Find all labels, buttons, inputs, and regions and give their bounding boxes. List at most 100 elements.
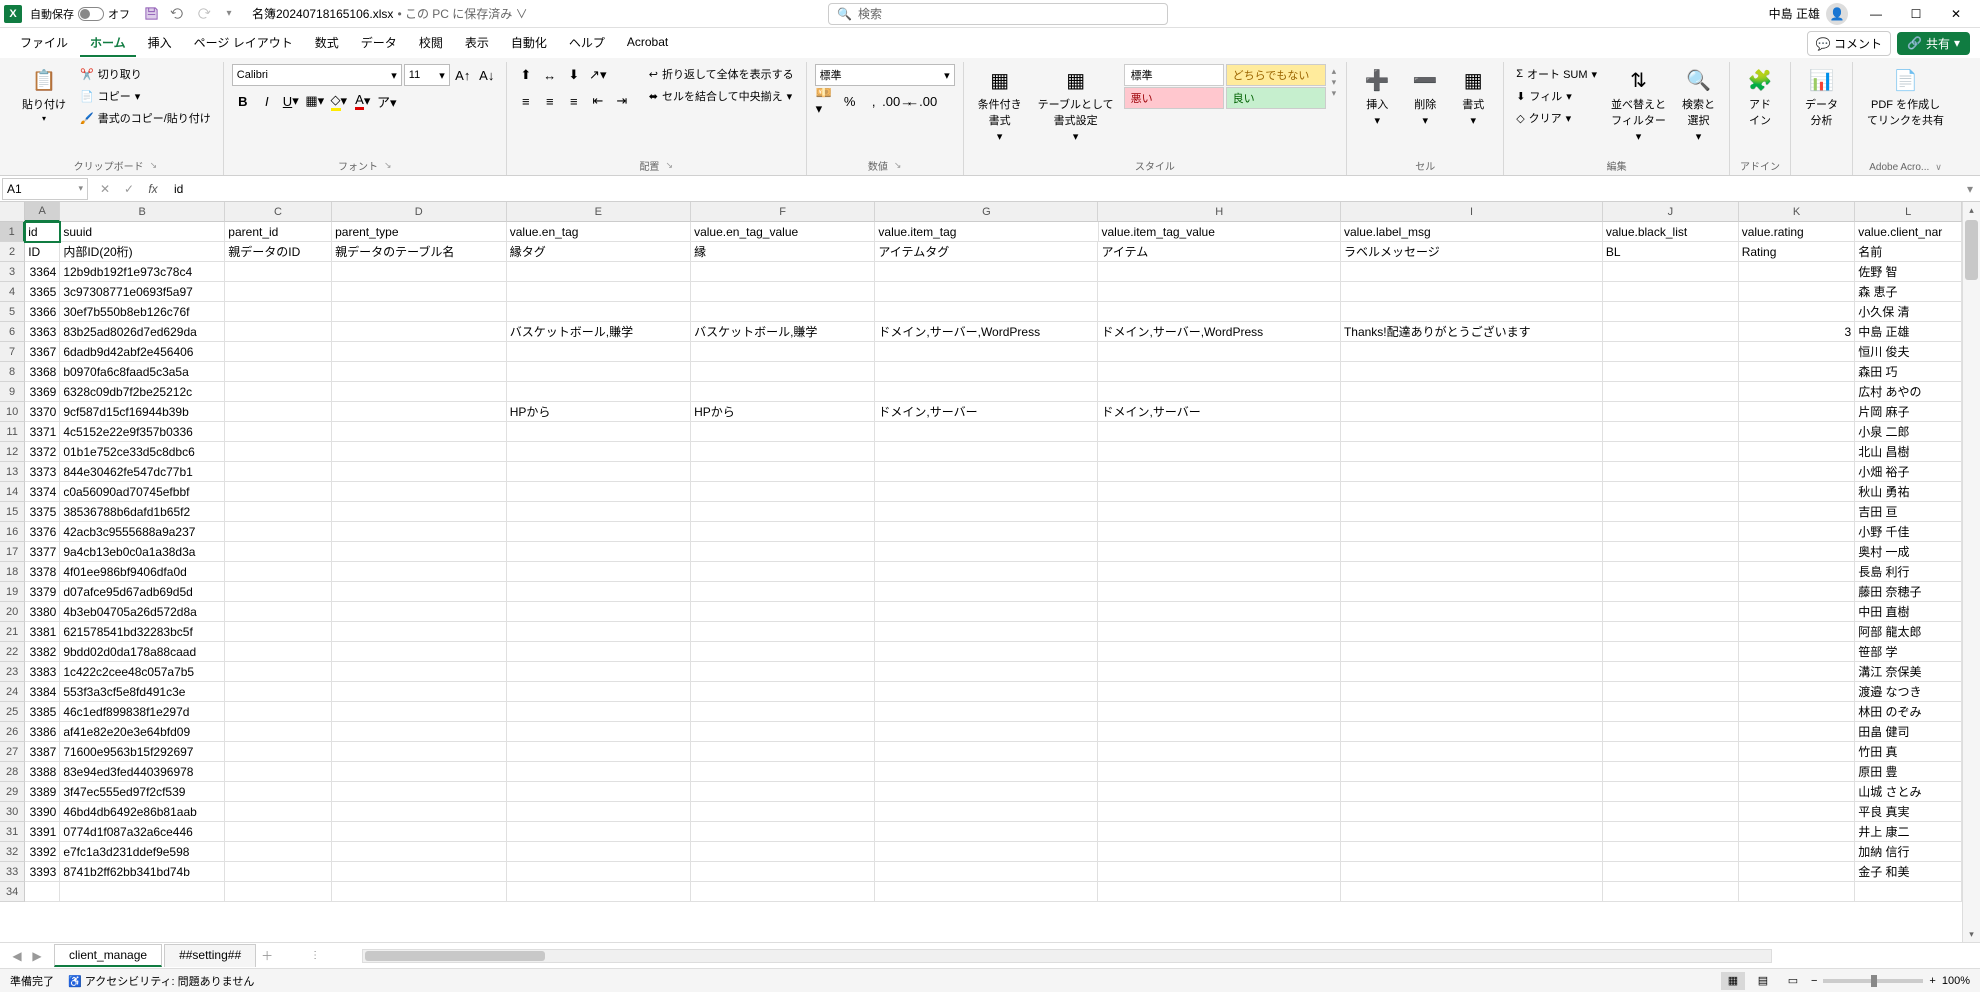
horizontal-scrollbar[interactable] xyxy=(362,949,1772,963)
cell[interactable] xyxy=(1098,782,1340,802)
cell[interactable] xyxy=(507,582,691,602)
cell[interactable] xyxy=(691,622,875,642)
cell[interactable]: 小畑 裕子 xyxy=(1855,462,1962,482)
cell[interactable] xyxy=(875,682,1098,702)
cell[interactable]: value.label_msg xyxy=(1341,222,1603,242)
cell[interactable] xyxy=(691,342,875,362)
orientation-icon[interactable]: ↗▾ xyxy=(587,64,609,86)
cell[interactable] xyxy=(1341,402,1603,422)
row-header[interactable]: 26 xyxy=(0,722,25,742)
cell[interactable] xyxy=(691,482,875,502)
merge-center-button[interactable]: ⬌セルを結合して中央揃え ▾ xyxy=(645,86,798,106)
cell[interactable] xyxy=(1341,262,1603,282)
cell[interactable] xyxy=(1341,462,1603,482)
cell-style-good[interactable]: 良い xyxy=(1226,87,1326,109)
cell[interactable]: 3379 xyxy=(25,582,60,602)
cell[interactable] xyxy=(1098,602,1340,622)
cell[interactable]: 4b3eb04705a26d572d8a xyxy=(60,602,225,622)
cell[interactable] xyxy=(875,522,1098,542)
style-down-icon[interactable]: ▾ xyxy=(1332,77,1337,88)
cell[interactable]: 4c5152e22e9f357b0336 xyxy=(60,422,225,442)
cell[interactable]: 3373 xyxy=(25,462,60,482)
cell[interactable] xyxy=(1098,422,1340,442)
cell[interactable]: 3363 xyxy=(25,322,60,342)
cell[interactable] xyxy=(1098,562,1340,582)
cell[interactable] xyxy=(1341,682,1603,702)
row-header[interactable]: 13 xyxy=(0,462,25,482)
cell[interactable] xyxy=(1098,342,1340,362)
cell[interactable] xyxy=(1098,542,1340,562)
phonetic-button[interactable]: ア▾ xyxy=(376,90,398,112)
cell[interactable]: 844e30462fe547dc77b1 xyxy=(60,462,225,482)
cell[interactable] xyxy=(1603,302,1739,322)
cell[interactable] xyxy=(1341,562,1603,582)
cell[interactable] xyxy=(1098,382,1340,402)
cell[interactable] xyxy=(332,482,507,502)
row-header[interactable]: 17 xyxy=(0,542,25,562)
cell[interactable] xyxy=(1603,762,1739,782)
cell[interactable] xyxy=(507,482,691,502)
cell[interactable] xyxy=(332,862,507,882)
cell[interactable] xyxy=(1341,342,1603,362)
cell[interactable] xyxy=(1098,702,1340,722)
cell[interactable]: 田畠 健司 xyxy=(1855,722,1962,742)
cell[interactable] xyxy=(1603,642,1739,662)
cell[interactable] xyxy=(1341,842,1603,862)
cell[interactable] xyxy=(1739,502,1856,522)
cell[interactable]: ドメイン,サーバー xyxy=(875,402,1098,422)
cell[interactable]: 83b25ad8026d7ed629da xyxy=(60,322,225,342)
row-header[interactable]: 2 xyxy=(0,242,25,262)
cell[interactable] xyxy=(1341,822,1603,842)
cell[interactable] xyxy=(1098,462,1340,482)
cell[interactable]: 3384 xyxy=(25,682,60,702)
cell[interactable] xyxy=(1739,882,1856,902)
cell[interactable] xyxy=(1341,702,1603,722)
normal-view-icon[interactable]: ▦ xyxy=(1721,972,1745,990)
cell[interactable] xyxy=(1739,862,1856,882)
paste-button[interactable]: 📋 貼り付け▾ xyxy=(16,64,72,125)
cell[interactable] xyxy=(225,322,332,342)
row-header[interactable]: 16 xyxy=(0,522,25,542)
cell[interactable] xyxy=(1098,862,1340,882)
cell[interactable] xyxy=(332,822,507,842)
cell[interactable] xyxy=(691,582,875,602)
cell[interactable]: 小久保 清 xyxy=(1855,302,1962,322)
cell[interactable] xyxy=(1603,422,1739,442)
cell[interactable]: 3393 xyxy=(25,862,60,882)
cell[interactable] xyxy=(225,262,332,282)
cell[interactable] xyxy=(1098,262,1340,282)
scroll-down-icon[interactable]: ▾ xyxy=(1963,926,1980,942)
cell[interactable]: value.en_tag xyxy=(507,222,691,242)
cell[interactable] xyxy=(1603,342,1739,362)
cell[interactable]: HPから xyxy=(691,402,875,422)
fill-button[interactable]: ⬇フィル ▾ xyxy=(1512,86,1601,106)
cell[interactable] xyxy=(875,302,1098,322)
cell[interactable] xyxy=(507,882,691,902)
cell[interactable] xyxy=(1603,322,1739,342)
cell[interactable]: 井上 康二 xyxy=(1855,822,1962,842)
cell[interactable] xyxy=(507,282,691,302)
cell[interactable]: b0970fa6c8faad5c3a5a xyxy=(60,362,225,382)
cell[interactable] xyxy=(332,622,507,642)
column-header-D[interactable]: D xyxy=(332,202,507,222)
save-icon[interactable] xyxy=(140,3,162,25)
cell[interactable]: ラベルメッセージ xyxy=(1341,242,1603,262)
cell[interactable] xyxy=(1739,802,1856,822)
row-header[interactable]: 11 xyxy=(0,422,25,442)
cell[interactable] xyxy=(1739,542,1856,562)
cell[interactable]: 原田 豊 xyxy=(1855,762,1962,782)
row-header[interactable]: 12 xyxy=(0,442,25,462)
cell[interactable] xyxy=(1098,742,1340,762)
cell[interactable] xyxy=(225,642,332,662)
cell[interactable] xyxy=(507,522,691,542)
tab-ヘルプ[interactable]: ヘルプ xyxy=(559,30,615,57)
cell[interactable] xyxy=(875,762,1098,782)
cell[interactable] xyxy=(507,702,691,722)
cell[interactable]: 恒川 俊夫 xyxy=(1855,342,1962,362)
cell[interactable] xyxy=(1098,302,1340,322)
row-header[interactable]: 33 xyxy=(0,862,25,882)
cell[interactable] xyxy=(507,622,691,642)
font-name-combo[interactable]: Calibri▾ xyxy=(232,64,402,86)
cell[interactable] xyxy=(507,382,691,402)
cell[interactable] xyxy=(691,802,875,822)
